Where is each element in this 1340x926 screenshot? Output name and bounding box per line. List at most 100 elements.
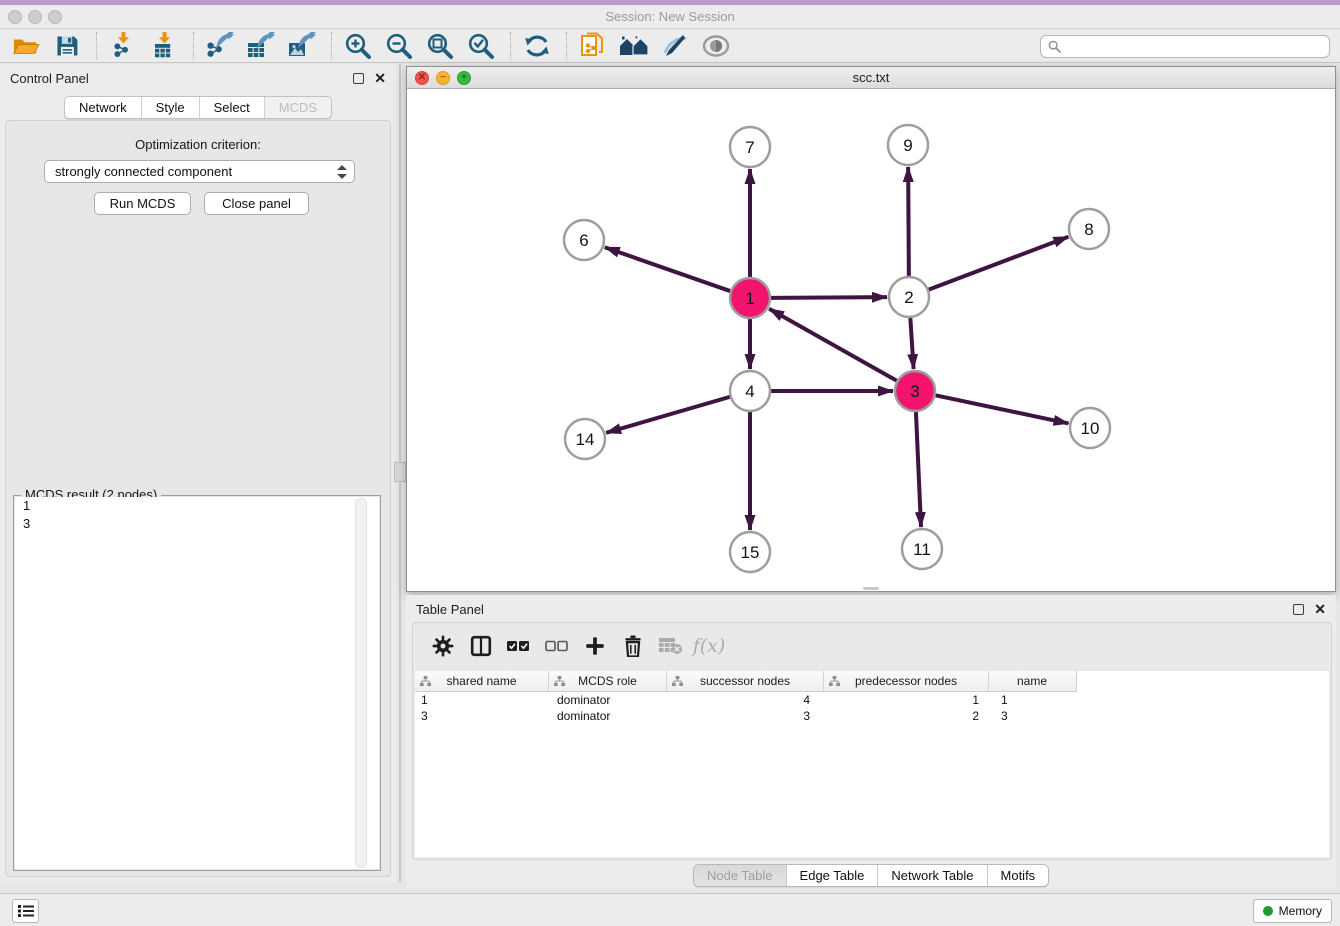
edge-3-10[interactable] <box>936 395 1069 423</box>
graph-node-8[interactable]: 8 <box>1069 209 1109 249</box>
clone-network-icon[interactable] <box>577 31 609 61</box>
column-header-predecessor-nodes[interactable]: predecessor nodes <box>824 671 989 691</box>
close-panel-button[interactable]: Close panel <box>204 192 309 215</box>
result-scrollbar[interactable] <box>355 498 367 868</box>
memory-button[interactable]: Memory <box>1253 899 1332 923</box>
control-panel-title: Control Panel <box>10 71 89 86</box>
table-row[interactable]: 3dominator323 <box>415 708 1329 724</box>
table-cell: dominator <box>549 693 667 707</box>
edge-1-6[interactable] <box>605 247 730 291</box>
close-panel-icon[interactable]: ✕ <box>374 73 386 84</box>
edge-3-1[interactable] <box>769 309 897 381</box>
zoom-fit-icon[interactable] <box>424 31 456 61</box>
run-mcds-button[interactable]: Run MCDS <box>94 192 191 215</box>
import-table-icon[interactable] <box>148 31 180 61</box>
column-label: predecessor nodes <box>855 674 957 688</box>
table-cell: 3 <box>415 709 549 723</box>
edge-3-11[interactable] <box>916 412 921 527</box>
delete-column-icon[interactable] <box>619 632 647 660</box>
graph-node-15[interactable]: 15 <box>730 532 770 572</box>
network-window-titlebar[interactable]: ✕ − + scc.txt <box>407 67 1335 89</box>
import-network-icon[interactable] <box>107 31 139 61</box>
column-header-successor-nodes[interactable]: successor nodes <box>667 671 824 691</box>
add-column-icon[interactable] <box>581 632 609 660</box>
table-panel: Table Panel ✕ f(x) shared nameMCDS roles… <box>406 595 1336 888</box>
tab-mcds[interactable]: MCDS <box>265 97 331 118</box>
network-graph[interactable]: 7 9 6 8 1 2 4 3 14 10 15 11 <box>407 90 1335 592</box>
table-cell: dominator <box>549 709 667 723</box>
node-label: 15 <box>741 543 760 562</box>
network-canvas[interactable]: 7 9 6 8 1 2 4 3 14 10 15 11 <box>407 90 1335 591</box>
tab-node-table[interactable]: Node Table <box>694 865 787 886</box>
zoom-out-icon[interactable] <box>383 31 415 61</box>
table-panel-title: Table Panel <box>416 602 484 617</box>
list-icon <box>18 904 34 918</box>
table-row[interactable]: 1dominator411 <box>415 692 1329 708</box>
dropdown-selected-value: strongly connected component <box>55 164 232 179</box>
tab-network-table[interactable]: Network Table <box>878 865 987 886</box>
column-header-shared-name[interactable]: shared name <box>415 671 549 691</box>
memory-status-dot <box>1263 906 1273 916</box>
table-cell: 2 <box>824 709 989 723</box>
node-table[interactable]: shared name MCDS rolesuccessor nodes prede… <box>415 671 1329 857</box>
edge-2-9[interactable] <box>908 167 909 276</box>
tab-style[interactable]: Style <box>142 97 200 118</box>
graph-node-10[interactable]: 10 <box>1070 408 1110 448</box>
node-label: 11 <box>913 540 931 559</box>
edge-2-8[interactable] <box>929 237 1069 290</box>
export-network-icon[interactable] <box>204 31 236 61</box>
column-header-name[interactable]: name <box>989 671 1075 691</box>
graph-node-1[interactable]: 1 <box>730 278 770 318</box>
deselect-all-checkboxes-icon[interactable] <box>543 632 571 660</box>
edge-4-14[interactable] <box>606 397 730 433</box>
tab-motifs[interactable]: Motifs <box>988 865 1049 886</box>
result-item[interactable]: 1 <box>15 497 379 515</box>
graph-node-11[interactable]: 11 <box>902 529 942 569</box>
edge-2-3[interactable] <box>910 318 913 369</box>
node-label: 14 <box>576 430 595 449</box>
tab-edge-table[interactable]: Edge Table <box>787 865 879 886</box>
optimization-criterion-label: Optimization criterion: <box>6 137 390 152</box>
network-view-window: ✕ − + scc.txt 7 9 6 8 1 2 4 3 14 10 15 11 <box>406 66 1336 592</box>
graph-node-9[interactable]: 9 <box>888 125 928 165</box>
tab-network[interactable]: Network <box>65 97 142 118</box>
mcds-tab-content: Optimization criterion: strongly connect… <box>5 120 391 877</box>
zoom-selected-icon[interactable] <box>465 31 497 61</box>
network-resize-handle[interactable] <box>863 587 879 590</box>
open-folder-icon[interactable] <box>10 31 42 61</box>
column-label: shared name <box>446 674 516 688</box>
table-float-panel-icon[interactable] <box>1293 604 1304 615</box>
split-columns-icon[interactable] <box>467 632 495 660</box>
graph-node-4[interactable]: 4 <box>730 371 770 411</box>
save-icon[interactable] <box>51 31 83 61</box>
tab-select[interactable]: Select <box>200 97 265 118</box>
refresh-layout-icon[interactable] <box>521 31 553 61</box>
splitter-grip[interactable] <box>394 462 406 482</box>
select-all-checkboxes-icon[interactable] <box>505 632 533 660</box>
settings-gear-icon[interactable] <box>429 632 457 660</box>
control-panel-header: Control Panel ✕ <box>0 64 396 92</box>
graph-node-2[interactable]: 2 <box>889 277 929 317</box>
mcds-result-list[interactable]: 13 <box>15 497 379 869</box>
main-toolbar <box>0 30 1340 63</box>
edge-1-2[interactable] <box>771 297 887 298</box>
export-image-icon[interactable] <box>286 31 318 61</box>
float-panel-icon[interactable] <box>353 73 364 84</box>
export-table-icon[interactable] <box>245 31 277 61</box>
graph-node-14[interactable]: 14 <box>565 419 605 459</box>
graph-node-6[interactable]: 6 <box>564 220 604 260</box>
node-label: 7 <box>745 138 754 157</box>
optimization-criterion-dropdown[interactable]: strongly connected component <box>44 160 355 183</box>
task-history-button[interactable] <box>12 899 39 923</box>
search-field[interactable] <box>1040 35 1330 58</box>
style-brush-icon[interactable] <box>659 31 691 61</box>
search-input[interactable] <box>1065 38 1322 54</box>
result-item[interactable]: 3 <box>15 515 379 533</box>
eye-icon[interactable] <box>700 31 732 61</box>
houses-icon[interactable] <box>618 31 650 61</box>
zoom-in-icon[interactable] <box>342 31 374 61</box>
graph-node-3[interactable]: 3 <box>895 371 935 411</box>
graph-node-7[interactable]: 7 <box>730 127 770 167</box>
column-header-MCDS-role[interactable]: MCDS role <box>549 671 667 691</box>
table-close-panel-icon[interactable]: ✕ <box>1314 604 1326 615</box>
